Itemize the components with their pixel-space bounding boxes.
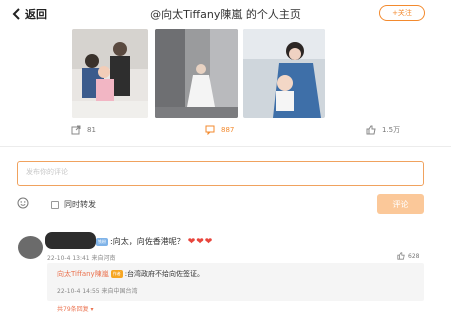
comment-meta: 22-10-4 13:41 来自河南 <box>47 255 116 262</box>
mother-baby-photo-image <box>243 29 325 118</box>
redacted-username <box>45 232 96 249</box>
share-stat[interactable]: 81 <box>71 125 96 135</box>
author-badge: 作者 <box>110 270 123 278</box>
post-photo-1[interactable] <box>72 29 148 118</box>
share-count: 81 <box>87 126 96 134</box>
emoji-icon[interactable] <box>17 197 29 209</box>
comment-like-button[interactable]: 628 <box>397 252 419 260</box>
checkbox-box[interactable] <box>51 200 59 209</box>
thumbs-up-icon <box>366 125 376 135</box>
like-stat[interactable]: 1.5万 <box>366 125 400 135</box>
family-photo-image <box>72 29 148 118</box>
comment-count: 887 <box>221 126 235 134</box>
heart-emojis: ❤❤❤ <box>187 236 214 247</box>
repost-label: 同时转发 <box>64 200 96 209</box>
comment-input[interactable]: 发布你的评论 <box>17 161 424 186</box>
like-count: 1.5万 <box>382 126 401 134</box>
commenter-avatar[interactable] <box>18 236 43 259</box>
fan-badge: 铁粉 <box>96 237 108 246</box>
reply-text-line: 向太Tiffany陳嵐 作者 :台湾政府不给向佐签证。 <box>57 269 204 279</box>
comment-text-line: 铁粉 :向太，向佐香港呢？ ❤❤❤ <box>96 236 213 247</box>
reply-author-link[interactable]: 向太Tiffany陳嵐 <box>57 269 109 279</box>
divider <box>0 146 451 147</box>
repost-checkbox[interactable]: 同时转发 <box>51 199 96 210</box>
comment-stat[interactable]: 887 <box>205 125 234 135</box>
post-stats: 81 887 1.5万 <box>0 125 451 139</box>
more-replies-link[interactable]: 共79条回复 ▾ <box>57 304 94 313</box>
comment-text: :向太，向佐香港呢？ <box>110 237 185 246</box>
reply-meta: 22-10-4 14:55 来自中国台湾 <box>57 288 138 295</box>
post-photo-3[interactable] <box>243 29 325 118</box>
header-bar: 返回 @向太Tiffany陳嵐 的个人主页 +关注 <box>0 0 451 27</box>
follow-button[interactable]: +关注 <box>379 5 425 21</box>
share-icon <box>71 125 81 135</box>
submit-comment-button[interactable]: 评论 <box>377 194 424 214</box>
post-photo-2[interactable] <box>155 29 238 118</box>
comment-like-count: 628 <box>408 252 420 260</box>
reply-text: :台湾政府不给向佐签证。 <box>124 270 205 278</box>
comment-icon <box>205 125 215 135</box>
thumbs-up-icon <box>397 252 405 260</box>
child-dress-photo-image <box>155 29 238 118</box>
